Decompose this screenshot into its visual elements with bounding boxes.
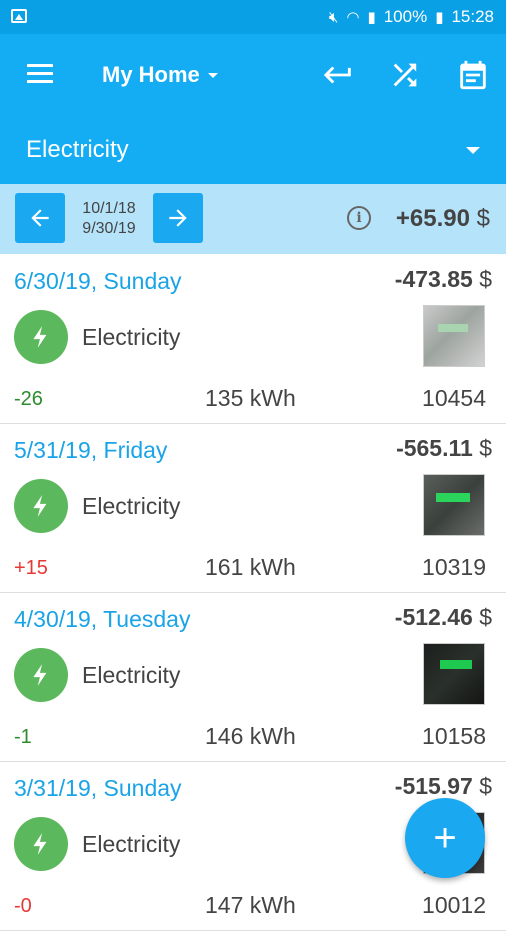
battery-percent: 100% — [383, 7, 428, 26]
entry-amount-value: -565.11 — [396, 435, 473, 461]
lightning-icon — [14, 310, 68, 364]
meter-photo-thumbnail[interactable] — [423, 474, 485, 536]
chevron-down-icon — [466, 147, 480, 154]
info-icon[interactable]: i — [347, 206, 371, 230]
lightning-icon — [14, 648, 68, 702]
add-entry-button[interactable]: + — [405, 798, 485, 878]
entry-amount-value: -512.46 — [394, 604, 473, 630]
entry-usage: 135 kWh — [205, 385, 296, 411]
clock: 15:28 — [451, 7, 494, 26]
entry-meter-reading: 10012 — [422, 892, 486, 918]
list-item[interactable]: 4/30/19, Tuesday -512.46 $ Electricity -… — [0, 592, 506, 762]
category-label: Electricity — [26, 136, 129, 163]
meter-photo-thumbnail[interactable] — [423, 643, 485, 705]
menu-icon[interactable] — [27, 64, 53, 84]
period-total-currency: $ — [476, 205, 490, 232]
account-title: My Home — [102, 62, 200, 87]
entry-date: 6/30/19, Sunday — [14, 268, 182, 294]
entry-amount: -515.97 $ — [395, 773, 492, 800]
period-end: 9/30/19 — [82, 220, 136, 237]
entry-usage: 147 kWh — [205, 892, 296, 918]
period-start: 10/1/18 — [82, 200, 136, 217]
entry-date: 3/31/19, Sunday — [14, 775, 182, 801]
plus-icon: + — [433, 815, 457, 860]
entry-category: Electricity — [82, 324, 181, 350]
entry-amount: -512.46 $ — [395, 604, 492, 631]
entry-date: 5/31/19, Friday — [14, 437, 168, 463]
meter-photo-thumbnail[interactable] — [423, 305, 485, 367]
lightning-icon — [14, 479, 68, 533]
mute-icon: 🔇︎ — [328, 8, 339, 26]
entry-category: Electricity — [82, 831, 181, 857]
status-bar: 🔇︎ ◠ ▮ 100% ▮ 15:28 — [0, 0, 506, 34]
list-item[interactable]: 5/31/19, Friday -565.11 $ Electricity +1… — [0, 423, 506, 593]
category-selector[interactable]: Electricity — [0, 118, 506, 184]
calendar-icon[interactable] — [456, 58, 490, 92]
battery-icon: ▮ — [435, 9, 444, 26]
period-dates: 10/1/18 9/30/19 — [70, 199, 148, 239]
entry-currency: $ — [479, 266, 492, 292]
entry-difference: -26 — [14, 388, 43, 410]
entry-usage: 161 kWh — [205, 554, 296, 580]
entry-difference: -0 — [14, 895, 32, 917]
undo-icon[interactable] — [321, 58, 355, 92]
entry-currency: $ — [479, 773, 492, 799]
entry-amount-value: -515.97 — [394, 773, 473, 799]
entry-meter-reading: 10454 — [422, 385, 486, 411]
period-total-amount: +65.90 — [395, 205, 470, 232]
gallery-notification-icon — [11, 9, 27, 23]
status-icons: 🔇︎ ◠ ▮ 100% ▮ 15:28 — [329, 7, 494, 27]
entry-currency: $ — [479, 435, 492, 461]
arrow-left-icon — [31, 209, 49, 227]
entry-difference: +15 — [14, 557, 48, 579]
entry-meter-reading: 10158 — [422, 723, 486, 749]
entry-amount: -565.11 $ — [396, 435, 492, 462]
chevron-down-icon — [207, 72, 218, 78]
arrow-right-icon — [169, 209, 187, 227]
lightning-icon — [14, 817, 68, 871]
account-selector[interactable]: My Home — [102, 62, 218, 88]
entry-meter-reading: 10319 — [422, 554, 486, 580]
next-period-button[interactable] — [153, 193, 203, 243]
entry-category: Electricity — [82, 493, 181, 519]
previous-period-button[interactable] — [15, 193, 65, 243]
signal-icon: ▮ — [367, 9, 376, 26]
entry-amount-value: -473.85 — [394, 266, 473, 292]
list-item[interactable]: 6/30/19, Sunday -473.85 $ Electricity -2… — [0, 254, 506, 424]
period-total: +65.90 $ — [396, 205, 490, 233]
app-bar: My Home Electricity — [0, 34, 506, 184]
entry-category: Electricity — [82, 662, 181, 688]
wifi-icon: ◠ — [346, 9, 360, 26]
entry-difference: -1 — [14, 726, 32, 748]
shuffle-icon[interactable] — [388, 58, 422, 92]
entry-amount: -473.85 $ — [395, 266, 492, 293]
entry-date: 4/30/19, Tuesday — [14, 606, 191, 632]
entry-usage: 146 kWh — [205, 723, 296, 749]
entry-currency: $ — [479, 604, 492, 630]
